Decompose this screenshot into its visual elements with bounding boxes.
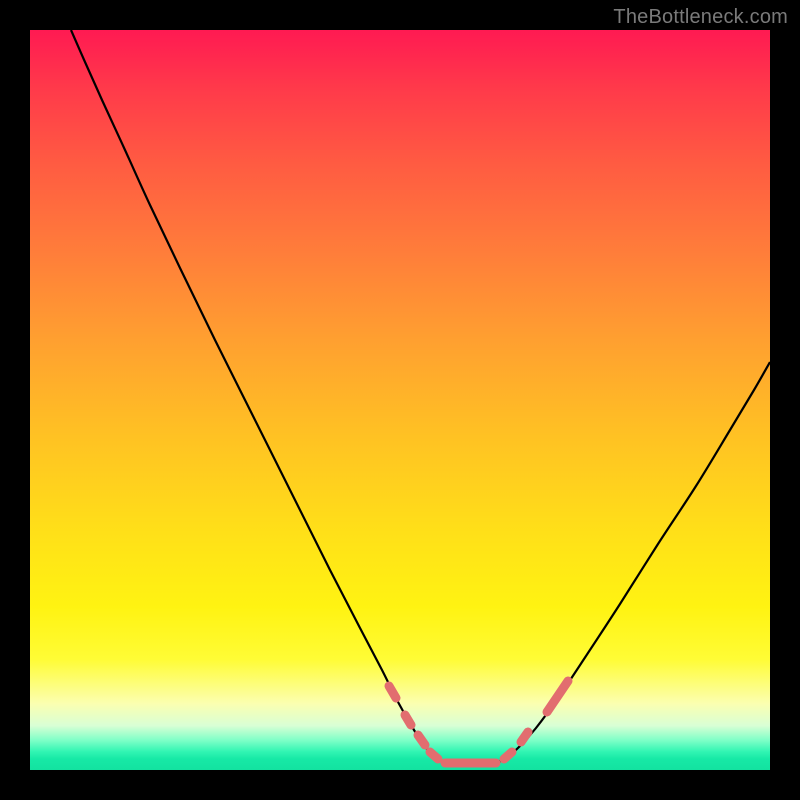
bottleneck-curve <box>71 30 770 766</box>
threshold-marker <box>430 752 438 759</box>
plot-area <box>30 30 770 770</box>
curve-layer <box>30 30 770 770</box>
threshold-marker <box>405 715 411 725</box>
threshold-marker <box>521 732 528 742</box>
watermark-text: TheBottleneck.com <box>613 6 788 29</box>
threshold-marker <box>389 686 396 698</box>
chart-frame: TheBottleneck.com <box>0 0 800 800</box>
threshold-marker <box>547 681 568 712</box>
threshold-marker <box>418 735 425 745</box>
threshold-marker <box>504 752 512 759</box>
